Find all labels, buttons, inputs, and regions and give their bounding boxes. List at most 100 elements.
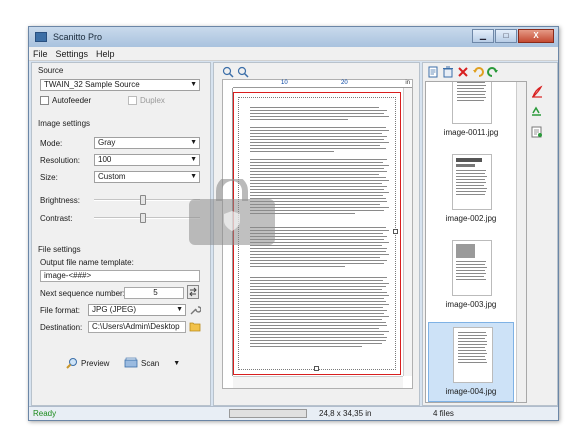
file-settings-section-title: File settings	[38, 245, 81, 254]
scanner-icon	[124, 357, 138, 368]
resolution-label: Resolution:	[40, 156, 81, 165]
zoom-in-icon[interactable]	[222, 66, 234, 78]
source-device-select[interactable]: TWAIN_32 Sample Source ▼	[40, 79, 200, 91]
chevron-down-icon: ▼	[190, 81, 197, 88]
window-controls: ▁ □ X	[471, 29, 554, 43]
resolution-select[interactable]: 100 ▼	[94, 154, 200, 166]
app-icon	[35, 32, 47, 42]
thumbnail-caption: image-003.jpg	[445, 300, 497, 309]
format-options-button[interactable]	[189, 304, 202, 316]
ocr-icon[interactable]	[530, 125, 544, 139]
thumbnail-image	[452, 82, 492, 124]
size-select[interactable]: Custom ▼	[94, 171, 200, 183]
mode-label: Mode:	[40, 139, 63, 148]
maximize-button[interactable]: □	[495, 29, 517, 43]
thumbnail-item[interactable]: image-003.jpg	[428, 236, 514, 316]
chevron-down-icon[interactable]: ▼	[173, 360, 180, 367]
source-section-title: Source	[38, 66, 64, 75]
crop-handle[interactable]	[314, 366, 319, 371]
preview-label: Preview	[81, 358, 110, 368]
preview-horizontal-scrollbar[interactable]	[233, 376, 403, 388]
template-value: image-<###>	[44, 271, 92, 280]
contrast-label: Contrast:	[40, 214, 73, 223]
sequence-label: Next sequence number:	[40, 289, 125, 298]
preview-button[interactable]: Preview	[66, 357, 109, 369]
status-file-count: 4 files	[433, 409, 454, 418]
thumbnail-item-selected[interactable]: image-004.jpg	[428, 322, 514, 402]
thumbnail-item[interactable]: image-002.jpg	[428, 150, 514, 230]
browse-folder-button[interactable]	[189, 321, 201, 333]
preview-vertical-scrollbar[interactable]	[403, 88, 412, 376]
thumbnail-item[interactable]: image-0011.jpg	[428, 82, 514, 144]
scan-progress-bar	[229, 409, 307, 418]
slider-track	[94, 217, 200, 219]
recycle-icon[interactable]	[530, 105, 544, 119]
app-window: Scanitto Pro ▁ □ X File Settings Help So…	[28, 26, 559, 421]
source-device-value: TWAIN_32 Sample Source	[44, 80, 140, 89]
window-title: Scanitto Pro	[53, 32, 103, 42]
mode-select[interactable]: Gray ▼	[94, 137, 200, 149]
chevron-down-icon: ▼	[190, 139, 197, 146]
title-bar[interactable]: Scanitto Pro ▁ □ X	[29, 27, 558, 47]
destination-input[interactable]: C:\Users\Admin\Desktop	[88, 321, 186, 333]
minimize-button[interactable]: ▁	[472, 29, 494, 43]
duplex-checkbox[interactable]	[128, 96, 137, 105]
slider-thumb[interactable]	[140, 195, 146, 205]
menu-bar: File Settings Help	[29, 47, 558, 61]
thumbnail-caption: image-004.jpg	[445, 387, 497, 396]
format-value: JPG (JPEG)	[92, 305, 137, 314]
redo-icon[interactable]	[487, 66, 499, 78]
status-dimensions: 24,8 x 34,35 in	[319, 409, 372, 418]
status-ready: Ready	[33, 409, 57, 418]
thumbnails-panel: image-0011.jpg image-002.jpg image-003.j…	[422, 62, 558, 406]
template-input[interactable]: image-<###>	[40, 270, 200, 282]
size-value: Custom	[98, 172, 126, 181]
ruler-mark: 20	[341, 80, 348, 86]
sequence-input[interactable]: 5	[124, 287, 184, 299]
refresh-icon	[189, 287, 197, 297]
format-label: File format:	[40, 306, 81, 315]
resolution-value: 100	[98, 155, 112, 164]
thumbnail-caption: image-002.jpg	[445, 214, 497, 223]
preview-toolbar	[222, 66, 252, 78]
thumbnail-image	[452, 240, 492, 296]
image-settings-section-title: Image settings	[38, 119, 91, 128]
thumbnail-image	[453, 327, 493, 383]
size-label: Size:	[40, 173, 58, 182]
close-icon[interactable]	[457, 66, 469, 78]
thumbnail-scrollbar[interactable]	[516, 82, 526, 402]
brightness-slider[interactable]	[94, 195, 200, 205]
menu-file[interactable]: File	[29, 49, 52, 59]
thumbnail-list[interactable]: image-0011.jpg image-002.jpg image-003.j…	[425, 81, 527, 403]
contrast-slider[interactable]	[94, 213, 200, 223]
slider-thumb[interactable]	[140, 213, 146, 223]
format-select[interactable]: JPG (JPEG) ▼	[88, 304, 186, 316]
horizontal-ruler: 10 20 in	[233, 80, 412, 88]
menu-help[interactable]: Help	[92, 49, 119, 59]
scan-label: Scan	[141, 358, 160, 368]
scan-button[interactable]: Scan ▼	[124, 357, 180, 369]
crop-handle[interactable]	[393, 229, 398, 234]
close-button[interactable]: X	[518, 29, 554, 43]
autofeeder-label: Autofeeder	[52, 96, 92, 105]
ruler-unit: in	[405, 80, 410, 86]
undo-icon[interactable]	[472, 66, 484, 78]
autofeeder-checkbox[interactable]	[40, 96, 49, 105]
thumbnail-image	[452, 154, 492, 210]
thumbnail-toolbar	[427, 66, 502, 78]
wrench-icon	[190, 306, 202, 315]
pdf-export-icon[interactable]	[530, 85, 544, 99]
lock-icon	[189, 179, 275, 245]
sequence-reset-button[interactable]	[187, 285, 199, 299]
page-icon[interactable]	[427, 66, 439, 78]
folder-icon	[189, 322, 201, 332]
chevron-down-icon: ▼	[190, 156, 197, 163]
zoom-out-icon[interactable]	[237, 66, 249, 78]
delete-page-icon[interactable]	[442, 66, 454, 78]
status-bar: Ready 24,8 x 34,35 in 4 files	[29, 406, 558, 420]
brightness-label: Brightness:	[40, 196, 81, 205]
page-text-block	[250, 107, 390, 122]
menu-settings[interactable]: Settings	[52, 49, 93, 59]
ruler-mark: 10	[281, 80, 288, 86]
magnifier-icon	[66, 358, 77, 369]
